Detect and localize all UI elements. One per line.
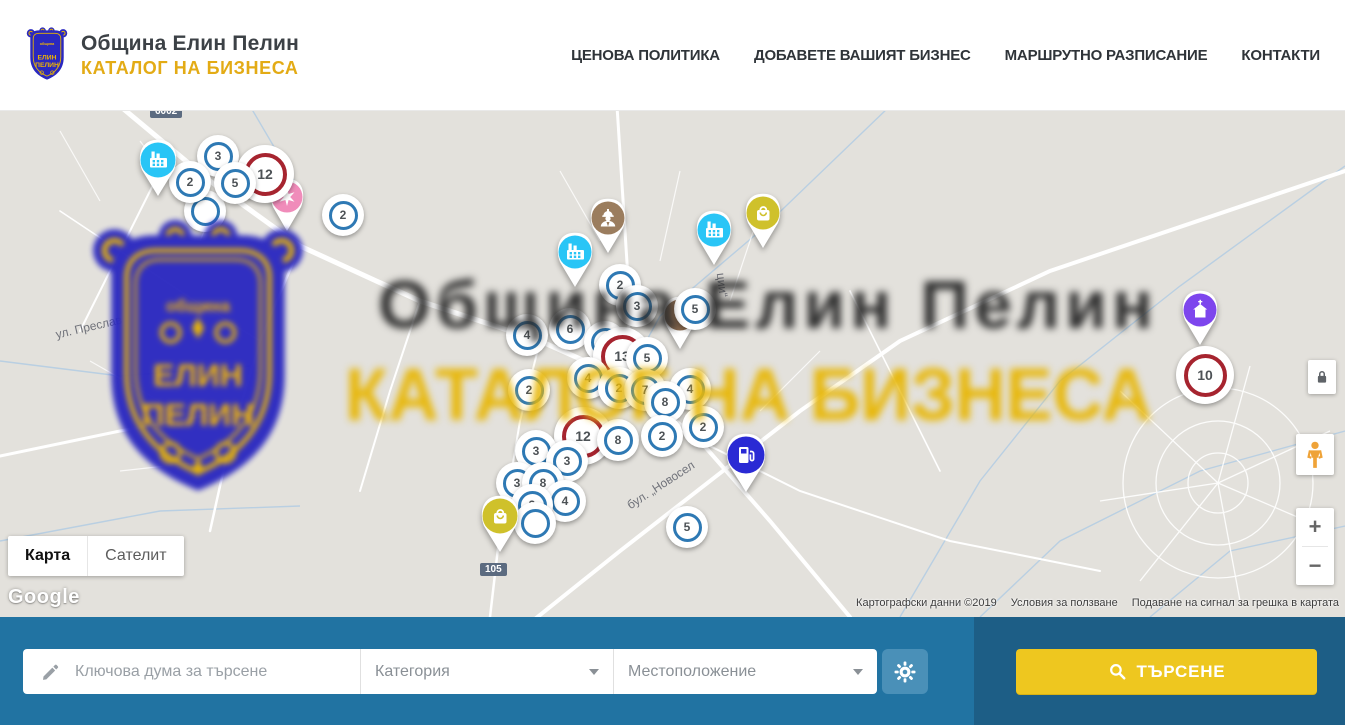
cluster-count: 2 bbox=[329, 201, 358, 230]
map-type-satellite-button[interactable]: Сателит bbox=[87, 536, 183, 576]
lock-icon bbox=[1313, 367, 1331, 387]
map-type-map-button[interactable]: Карта bbox=[8, 536, 87, 576]
cluster-marker[interactable]: 3 bbox=[616, 285, 658, 327]
advanced-settings-button[interactable] bbox=[882, 649, 928, 694]
cluster-count: 5 bbox=[673, 513, 702, 542]
cluster-count: 5 bbox=[681, 295, 710, 324]
search-button[interactable]: ТЪРСЕНЕ bbox=[1016, 649, 1317, 694]
site-title: Община Елин Пелин bbox=[81, 32, 299, 56]
nav-item-3[interactable]: МАРШРУТНО РАЗПИСАНИЕ bbox=[1005, 47, 1208, 64]
category-dropdown[interactable]: Категория bbox=[360, 649, 613, 694]
site-logo[interactable]: община ЕЛИН ПЕЛИН Община Елин Пелин КАТА… bbox=[25, 26, 299, 84]
cluster-count: 3 bbox=[623, 292, 652, 321]
keyword-field-wrap bbox=[23, 649, 360, 694]
nav-item-4[interactable]: КОНТАКТИ bbox=[1241, 47, 1320, 64]
zoom-control: + − bbox=[1296, 508, 1334, 585]
crest-word2: ПЕЛИН bbox=[35, 62, 59, 69]
cluster-count: 4 bbox=[513, 321, 542, 350]
shopping-bag-pin-marker[interactable] bbox=[478, 494, 522, 559]
cluster-marker[interactable]: 5 bbox=[666, 506, 708, 548]
road-number-label: 105 bbox=[480, 563, 507, 576]
factory-pin-marker[interactable] bbox=[693, 209, 735, 272]
search-icon bbox=[1108, 662, 1127, 681]
crest-top-word: община bbox=[40, 42, 55, 46]
map-type-control: Карта Сателит bbox=[8, 536, 184, 576]
church-pin-marker[interactable] bbox=[1179, 289, 1221, 352]
nav-item-2[interactable]: ДОБАВЕТЕ ВАШИЯТ БИЗНЕС bbox=[754, 47, 971, 64]
cluster-marker[interactable]: 2 bbox=[641, 415, 683, 457]
category-dropdown-label: Категория bbox=[375, 663, 581, 681]
cluster-marker[interactable]: 4 bbox=[506, 314, 548, 356]
lock-button[interactable] bbox=[1308, 360, 1336, 394]
cluster-count: 8 bbox=[604, 426, 633, 455]
gear-icon bbox=[893, 660, 917, 684]
cluster-count: 10 bbox=[1184, 354, 1227, 397]
cluster-count: 2 bbox=[689, 413, 718, 442]
municipality-crest-logo: община ЕЛИН ПЕЛИН bbox=[25, 26, 69, 84]
site-subtitle: КАТАЛОГ НА БИЗНЕСА bbox=[81, 58, 299, 79]
pegman-icon bbox=[1304, 440, 1326, 470]
search-button-label: ТЪРСЕНЕ bbox=[1137, 662, 1226, 682]
cluster-count: 5 bbox=[221, 169, 250, 198]
cluster-marker[interactable]: 10 bbox=[1176, 346, 1234, 404]
road-number-label: 6002 bbox=[150, 111, 182, 118]
nav-item-1[interactable]: ЦЕНОВА ПОЛИТИКА bbox=[571, 47, 720, 64]
crest-word1: ЕЛИН bbox=[38, 54, 57, 61]
cluster-count: 2 bbox=[515, 376, 544, 405]
cluster-count: 8 bbox=[651, 388, 680, 417]
location-dropdown-label: Местоположение bbox=[628, 663, 845, 681]
street-view-pegman-button[interactable] bbox=[1296, 434, 1334, 475]
cluster-marker[interactable]: 5 bbox=[214, 162, 256, 204]
zoom-out-button[interactable]: − bbox=[1296, 547, 1334, 585]
attribution-link[interactable]: Подаване на сигнал за грешка в картата bbox=[1132, 597, 1339, 609]
attribution-text: Картографски данни ©2019 bbox=[856, 597, 997, 609]
map-attribution: Картографски данни ©2019 Условия за ползв… bbox=[856, 597, 1339, 609]
factory-pin-marker[interactable] bbox=[136, 138, 180, 203]
main-nav: ЦЕНОВА ПОЛИТИКА ДОБАВЕТЕ ВАШИЯТ БИЗНЕС МАР… bbox=[571, 47, 1320, 64]
cluster-marker[interactable]: 8 bbox=[597, 419, 639, 461]
pencil-icon bbox=[41, 662, 61, 682]
keyword-search-input[interactable] bbox=[73, 662, 360, 682]
cluster-marker[interactable]: 2 bbox=[682, 406, 724, 448]
shopping-bag-pin-marker[interactable] bbox=[742, 192, 784, 255]
search-bar: Категория Местоположение bbox=[0, 617, 1345, 725]
search-fields-group: Категория Местоположение bbox=[23, 649, 877, 694]
cluster-count: 4 bbox=[551, 487, 580, 516]
location-dropdown[interactable]: Местоположение bbox=[613, 649, 877, 694]
cluster-marker[interactable]: 5 bbox=[674, 288, 716, 330]
google-logo[interactable]: Google bbox=[8, 586, 80, 609]
attribution-link[interactable]: Условия за ползване bbox=[1011, 597, 1118, 609]
zoom-in-button[interactable]: + bbox=[1296, 508, 1334, 546]
chevron-down-icon bbox=[589, 669, 599, 675]
cluster-count bbox=[521, 509, 550, 538]
street-name-label: ции“ bbox=[714, 272, 731, 298]
factory-pin-marker[interactable] bbox=[554, 231, 596, 294]
page: ул. Преславбул. „Новоселции“6002105 3212… bbox=[0, 0, 1345, 725]
header: община ЕЛИН ПЕЛИН Община Елин Пелин КАТА… bbox=[0, 0, 1345, 111]
cluster-count: 6 bbox=[556, 315, 585, 344]
brand-text: Община Елин Пелин КАТАЛОГ НА БИЗНЕСА bbox=[81, 32, 299, 79]
fuel-pin-marker[interactable] bbox=[723, 432, 769, 499]
cluster-count: 2 bbox=[648, 422, 677, 451]
cluster-marker[interactable]: 2 bbox=[322, 194, 364, 236]
cluster-marker[interactable]: 2 bbox=[508, 369, 550, 411]
chevron-down-icon bbox=[853, 669, 863, 675]
